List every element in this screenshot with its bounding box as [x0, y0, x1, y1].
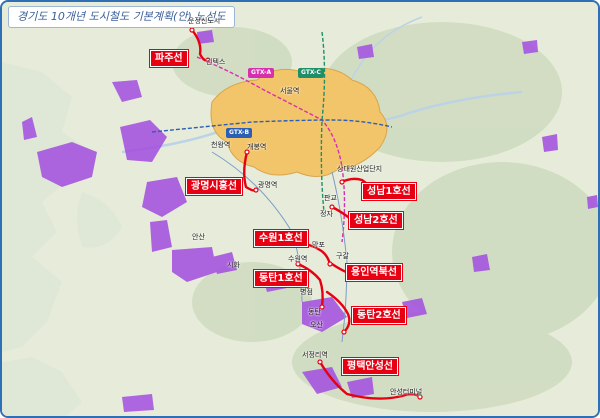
gtx-b-tag: GTX-B	[226, 128, 253, 138]
place-gwangmyeong: 광명역	[258, 181, 278, 189]
place-pangyo: 판교	[324, 194, 337, 202]
place-osan: 오산	[310, 321, 323, 329]
place-dongtan: 동탄	[308, 308, 321, 316]
label-yongin-yeokbuk: 용인역북선	[345, 263, 403, 282]
place-ansan: 안산	[192, 233, 205, 241]
place-cheonwang: 천왕역	[211, 141, 231, 149]
label-pyeongtaek-anseong: 평택안성선	[341, 357, 399, 376]
place-seoul-station: 서울역	[280, 87, 300, 95]
label-paju: 파주선	[149, 49, 189, 68]
label-gwangmyeong-siheung: 광명시흥선	[185, 177, 243, 196]
place-sihwa: 시화	[227, 261, 240, 269]
gtx-c-tag: GTX-C	[298, 68, 324, 78]
gtx-a-tag: GTX-A	[248, 68, 275, 78]
map-canvas	[2, 2, 598, 416]
place-byeongjeom: 병점	[300, 288, 313, 296]
place-unjeong: 운정신도시	[188, 17, 221, 25]
place-suwon-station: 수원역	[288, 255, 308, 263]
map-frame: 경기도 10개년 도시철도 기본계획(안) 노선도 GTX-A GTX-C GT…	[0, 0, 600, 418]
place-kintex: 킨텍스	[206, 58, 226, 66]
place-gugal: 구갈	[336, 252, 349, 260]
place-jeongja: 정자	[320, 210, 333, 218]
label-dongtan-1: 동탄1호선	[253, 269, 309, 288]
label-dongtan-2: 동탄2호선	[351, 306, 407, 325]
label-seongnam-2: 성남2호선	[348, 211, 404, 230]
label-suwon-1: 수원1호선	[253, 229, 309, 248]
label-seongnam-1: 성남1호선	[361, 182, 417, 201]
place-mangpo: 망포	[312, 241, 325, 249]
place-anseong-terminal: 안성터미널	[390, 388, 423, 396]
place-sangdaewon: 상대원산업단지	[337, 165, 383, 173]
place-gaebong: 개봉역	[247, 143, 267, 151]
place-seojeong: 서정리역	[302, 351, 328, 359]
